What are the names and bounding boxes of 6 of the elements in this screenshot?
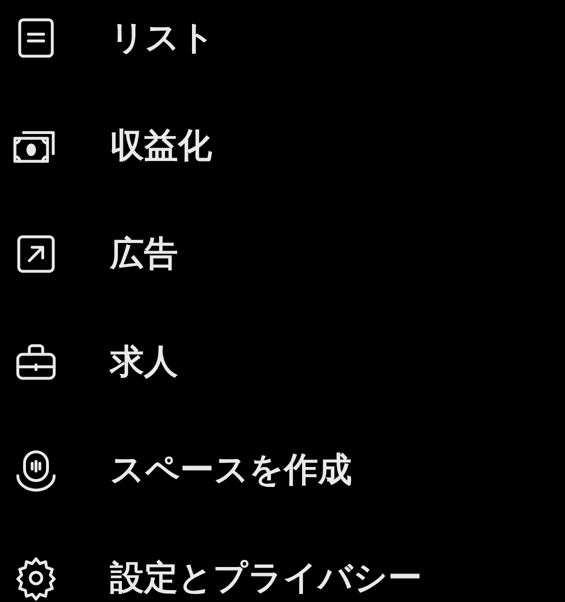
menu-item[interactable]: スペースを作成 <box>0 416 565 524</box>
menu-item[interactable]: 収益化 <box>0 92 565 200</box>
menu-item[interactable]: リスト <box>0 0 565 92</box>
menu-item[interactable]: 広告 <box>0 200 565 308</box>
menu-item[interactable]: 設定とプライバシー <box>0 524 565 602</box>
menu-item[interactable]: 求人 <box>0 308 565 416</box>
